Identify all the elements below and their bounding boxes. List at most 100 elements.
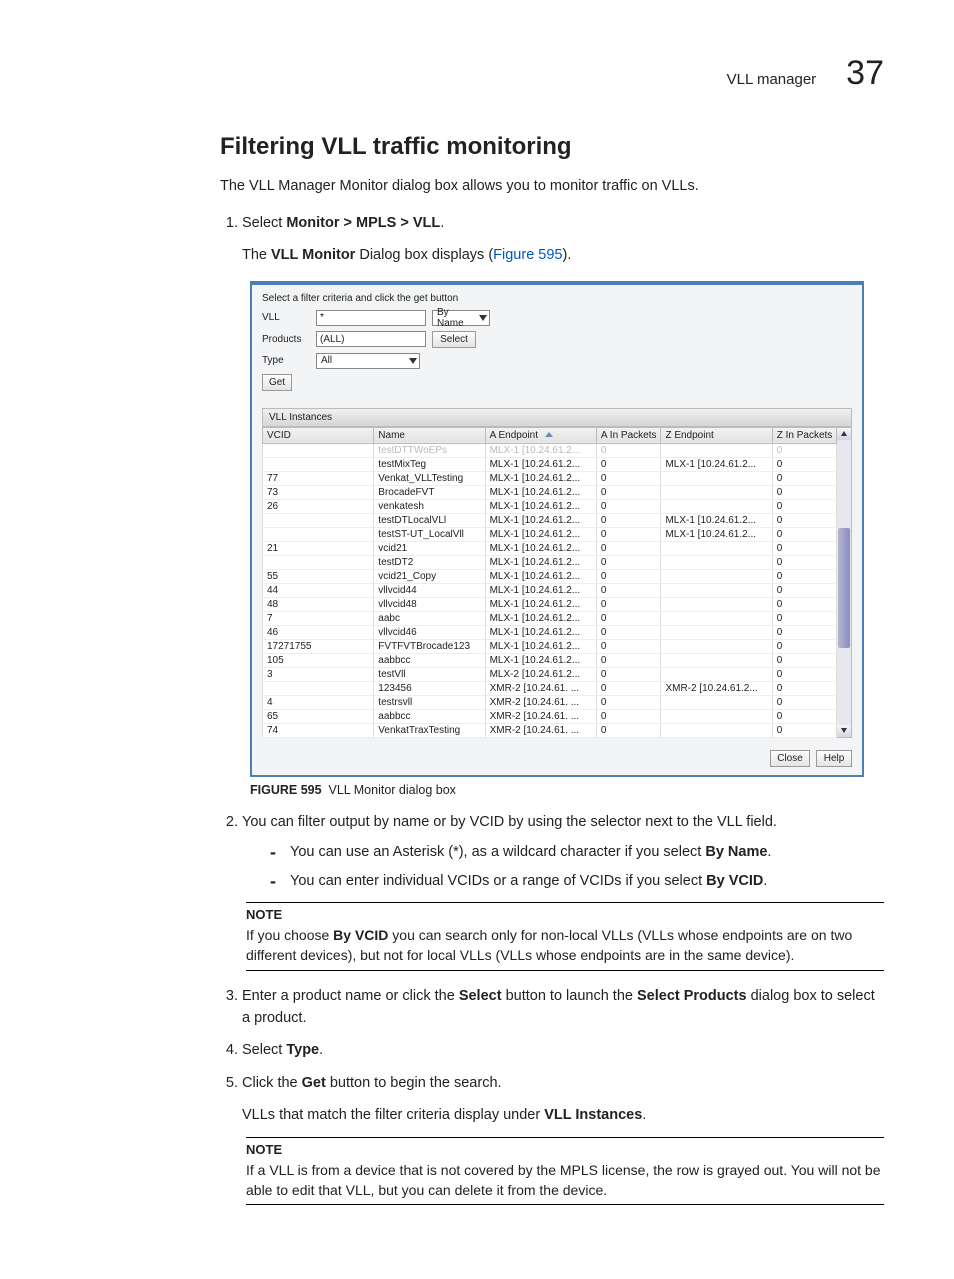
intro-paragraph: The VLL Manager Monitor dialog box allow…: [220, 176, 884, 198]
col-z-endpoint[interactable]: Z Endpoint: [661, 427, 772, 443]
cell-zep: [661, 569, 772, 583]
note-1-pre: If you choose: [246, 927, 333, 943]
cell-zep: XMR-2 [10.24.61.2...: [661, 681, 772, 695]
step-1-pre: Select: [242, 215, 286, 231]
cell-ain: 0: [596, 611, 661, 625]
note-2-body: If a VLL is from a device that is not co…: [246, 1160, 884, 1201]
cell-zin: 0: [772, 583, 837, 597]
chevron-down-icon: [479, 315, 487, 321]
cell-name: testDTTWoEPs: [374, 443, 485, 457]
table-row[interactable]: 73BrocadeFVTMLX-1 [10.24.61.2...00: [263, 485, 837, 499]
table-row[interactable]: 123456XMR-2 [10.24.61. ...0XMR-2 [10.24.…: [263, 681, 837, 695]
scroll-thumb[interactable]: [838, 528, 850, 648]
cell-zin: 0: [772, 667, 837, 681]
table-row[interactable]: 44vllvcid44MLX-1 [10.24.61.2...00: [263, 583, 837, 597]
table-row[interactable]: 21vcid21MLX-1 [10.24.61.2...00: [263, 541, 837, 555]
vll-input[interactable]: [316, 310, 426, 326]
step-2-dash-1-bold: By Name: [705, 844, 767, 860]
vll-mode-dropdown[interactable]: By Name: [432, 310, 490, 326]
col-vcid[interactable]: VCID: [263, 427, 374, 443]
col-a-in-packets[interactable]: A In Packets: [596, 427, 661, 443]
type-dropdown[interactable]: All: [316, 353, 420, 369]
table-row[interactable]: 74VenkatTraxTestingXMR-2 [10.24.61. ...0…: [263, 723, 837, 737]
cell-zin: 0: [772, 555, 837, 569]
note-1-body: If you choose By VCID you can search onl…: [246, 925, 884, 966]
step-2-dash-2-pre: You can enter individual VCIDs or a rang…: [290, 873, 706, 889]
cell-name: aabbcc: [374, 709, 485, 723]
page-number: 37: [846, 54, 884, 93]
scroll-down-icon[interactable]: [837, 725, 851, 737]
step-5-sub: VLLs that match the filter criteria disp…: [242, 1104, 884, 1126]
step-4: Select Type.: [242, 1039, 884, 1061]
cell-zep: [661, 597, 772, 611]
cell-zep: [661, 485, 772, 499]
step-1-post: .: [440, 215, 444, 231]
figure-caption: VLL Monitor dialog box: [329, 783, 456, 797]
note-1-bold: By VCID: [333, 927, 388, 943]
cell-zep: [661, 499, 772, 513]
cell-aep: MLX-1 [10.24.61.2...: [485, 471, 596, 485]
table-row[interactable]: 7aabcMLX-1 [10.24.61.2...00: [263, 611, 837, 625]
note-2-label: NOTE: [246, 1141, 884, 1160]
col-a-endpoint[interactable]: A Endpoint: [485, 427, 596, 443]
cell-aep: MLX-1 [10.24.61.2...: [485, 541, 596, 555]
step-2-dash-1-pre: You can use an Asterisk (*), as a wildca…: [290, 844, 705, 860]
cell-vcid: 55: [263, 569, 374, 583]
table-row[interactable]: testDTLocalVLlMLX-1 [10.24.61.2...0MLX-1…: [263, 513, 837, 527]
cell-name: venkatesh: [374, 499, 485, 513]
cell-zin: 0: [772, 653, 837, 667]
cell-zin: 0: [772, 681, 837, 695]
table-row[interactable]: testDTTWoEPsMLX-1 [10.24.61.2...00: [263, 443, 837, 457]
step-2-dash-1: You can use an Asterisk (*), as a wildca…: [270, 841, 884, 863]
table-row[interactable]: 48vllvcid48MLX-1 [10.24.61.2...00: [263, 597, 837, 611]
cell-vcid: 46: [263, 625, 374, 639]
table-row[interactable]: 77Venkat_VLLTestingMLX-1 [10.24.61.2...0…: [263, 471, 837, 485]
cell-zep: MLX-1 [10.24.61.2...: [661, 513, 772, 527]
cell-vcid: 3: [263, 667, 374, 681]
table-row[interactable]: 55vcid21_CopyMLX-1 [10.24.61.2...00: [263, 569, 837, 583]
cell-ain: 0: [596, 471, 661, 485]
cell-name: testrsvll: [374, 695, 485, 709]
table-row[interactable]: 17271755FVTFVTBrocade123MLX-1 [10.24.61.…: [263, 639, 837, 653]
step-3-mid: button to launch the: [502, 988, 637, 1004]
get-button[interactable]: Get: [262, 374, 292, 391]
products-label: Products: [262, 334, 310, 345]
cell-name: testDTLocalVLl: [374, 513, 485, 527]
cell-aep: MLX-1 [10.24.61.2...: [485, 597, 596, 611]
table-row[interactable]: testMixTegMLX-1 [10.24.61.2...0MLX-1 [10…: [263, 457, 837, 471]
figure-link[interactable]: Figure 595: [493, 247, 562, 263]
step-4-bold: Type: [286, 1042, 319, 1058]
col-z-in-packets[interactable]: Z In Packets: [772, 427, 837, 443]
note-1-label: NOTE: [246, 906, 884, 925]
select-button[interactable]: Select: [432, 331, 476, 348]
table-row[interactable]: 4testrsvllXMR-2 [10.24.61. ...00: [263, 695, 837, 709]
col-name[interactable]: Name: [374, 427, 485, 443]
cell-vcid: 4: [263, 695, 374, 709]
cell-ain: 0: [596, 639, 661, 653]
step-5-bold: Get: [302, 1075, 326, 1091]
vertical-scrollbar[interactable]: [837, 427, 852, 738]
table-row[interactable]: testDT2MLX-1 [10.24.61.2...00: [263, 555, 837, 569]
table-row[interactable]: 105aabbccMLX-1 [10.24.61.2...00: [263, 653, 837, 667]
scroll-up-icon[interactable]: [837, 428, 851, 440]
cell-zep: [661, 653, 772, 667]
table-row[interactable]: 65aabbccXMR-2 [10.24.61. ...00: [263, 709, 837, 723]
table-row[interactable]: 46vllvcid46MLX-1 [10.24.61.2...00: [263, 625, 837, 639]
cell-ain: 0: [596, 541, 661, 555]
cell-name: vllvcid48: [374, 597, 485, 611]
cell-zep: [661, 709, 772, 723]
table-row[interactable]: testST-UT_LocalVllMLX-1 [10.24.61.2...0M…: [263, 527, 837, 541]
help-button[interactable]: Help: [816, 750, 852, 767]
table-row[interactable]: 3testVllMLX-2 [10.24.61.2...00: [263, 667, 837, 681]
table-row[interactable]: 26venkateshMLX-1 [10.24.61.2...00: [263, 499, 837, 513]
chevron-down-icon: [409, 358, 417, 364]
step-5-sub-pre: VLLs that match the filter criteria disp…: [242, 1107, 544, 1123]
cell-aep: MLX-2 [10.24.61.2...: [485, 667, 596, 681]
close-button[interactable]: Close: [770, 750, 810, 767]
cell-name: testMixTeg: [374, 457, 485, 471]
step-3-bold2: Select Products: [637, 988, 747, 1004]
cell-zin: 0: [772, 611, 837, 625]
cell-zin: 0: [772, 443, 837, 457]
cell-vcid: 48: [263, 597, 374, 611]
step-5-sub-bold: VLL Instances: [544, 1107, 642, 1123]
